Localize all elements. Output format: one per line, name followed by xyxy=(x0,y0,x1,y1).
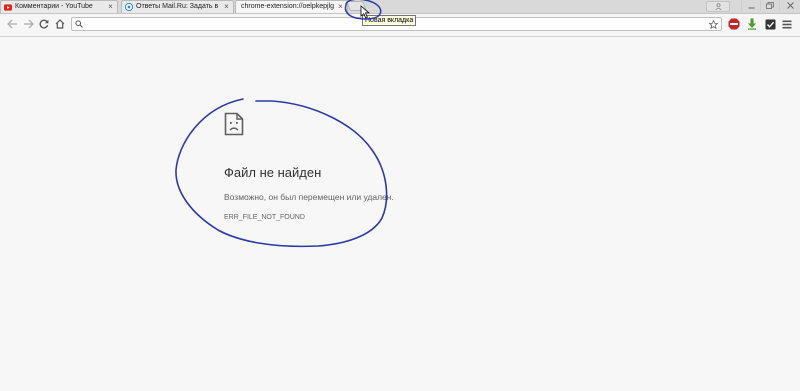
home-button[interactable] xyxy=(53,17,67,31)
chrome-menu-icon[interactable] xyxy=(781,18,793,30)
hand-drawn-annotation xyxy=(175,0,388,248)
reload-button[interactable] xyxy=(37,17,51,31)
close-icon[interactable]: × xyxy=(107,1,114,13)
new-tab-tooltip: Новая вкладка xyxy=(362,15,417,26)
minimize-icon[interactable] xyxy=(741,0,760,11)
close-window-icon[interactable] xyxy=(779,0,800,11)
error-code: ERR_FILE_NOT_FOUND xyxy=(224,214,305,221)
mailru-answers-icon xyxy=(125,3,133,11)
browser-window: Комментарии - YouTube × Ответы Mail.Ru: … xyxy=(0,0,800,391)
search-icon xyxy=(75,18,83,30)
tab-chrome-extension[interactable]: chrome-extension://oelpkepjlg × xyxy=(235,0,348,13)
new-tab-button[interactable] xyxy=(346,1,367,11)
tab-youtube-comments[interactable]: Комментарии - YouTube × xyxy=(0,0,118,13)
close-icon[interactable]: × xyxy=(223,1,230,13)
bookmark-star-icon[interactable] xyxy=(709,18,718,30)
sad-file-icon xyxy=(224,112,244,136)
tab-mailru-answers[interactable]: Ответы Mail.Ru: Задать в × xyxy=(121,0,234,13)
error-title: Файл не найден xyxy=(224,165,322,180)
tab-title: Ответы Mail.Ru: Задать в xyxy=(136,3,219,10)
close-icon[interactable]: × xyxy=(337,1,344,13)
extension-checkbox-icon[interactable] xyxy=(764,18,776,30)
download-arrow-icon[interactable] xyxy=(746,18,758,30)
tab-title: Комментарии - YouTube xyxy=(15,3,93,10)
forward-button[interactable] xyxy=(21,17,35,31)
restore-icon[interactable] xyxy=(760,0,779,11)
youtube-icon xyxy=(4,3,12,11)
window-controls xyxy=(741,0,800,12)
error-message: Возможно, он был перемещен или удален. xyxy=(224,192,394,202)
adblock-icon[interactable] xyxy=(728,18,740,30)
tab-title: chrome-extension://oelpkepjlg xyxy=(241,3,334,10)
tab-strip: Комментарии - YouTube × Ответы Mail.Ru: … xyxy=(0,0,800,14)
profile-icon[interactable] xyxy=(706,1,730,12)
back-button[interactable] xyxy=(5,17,19,31)
